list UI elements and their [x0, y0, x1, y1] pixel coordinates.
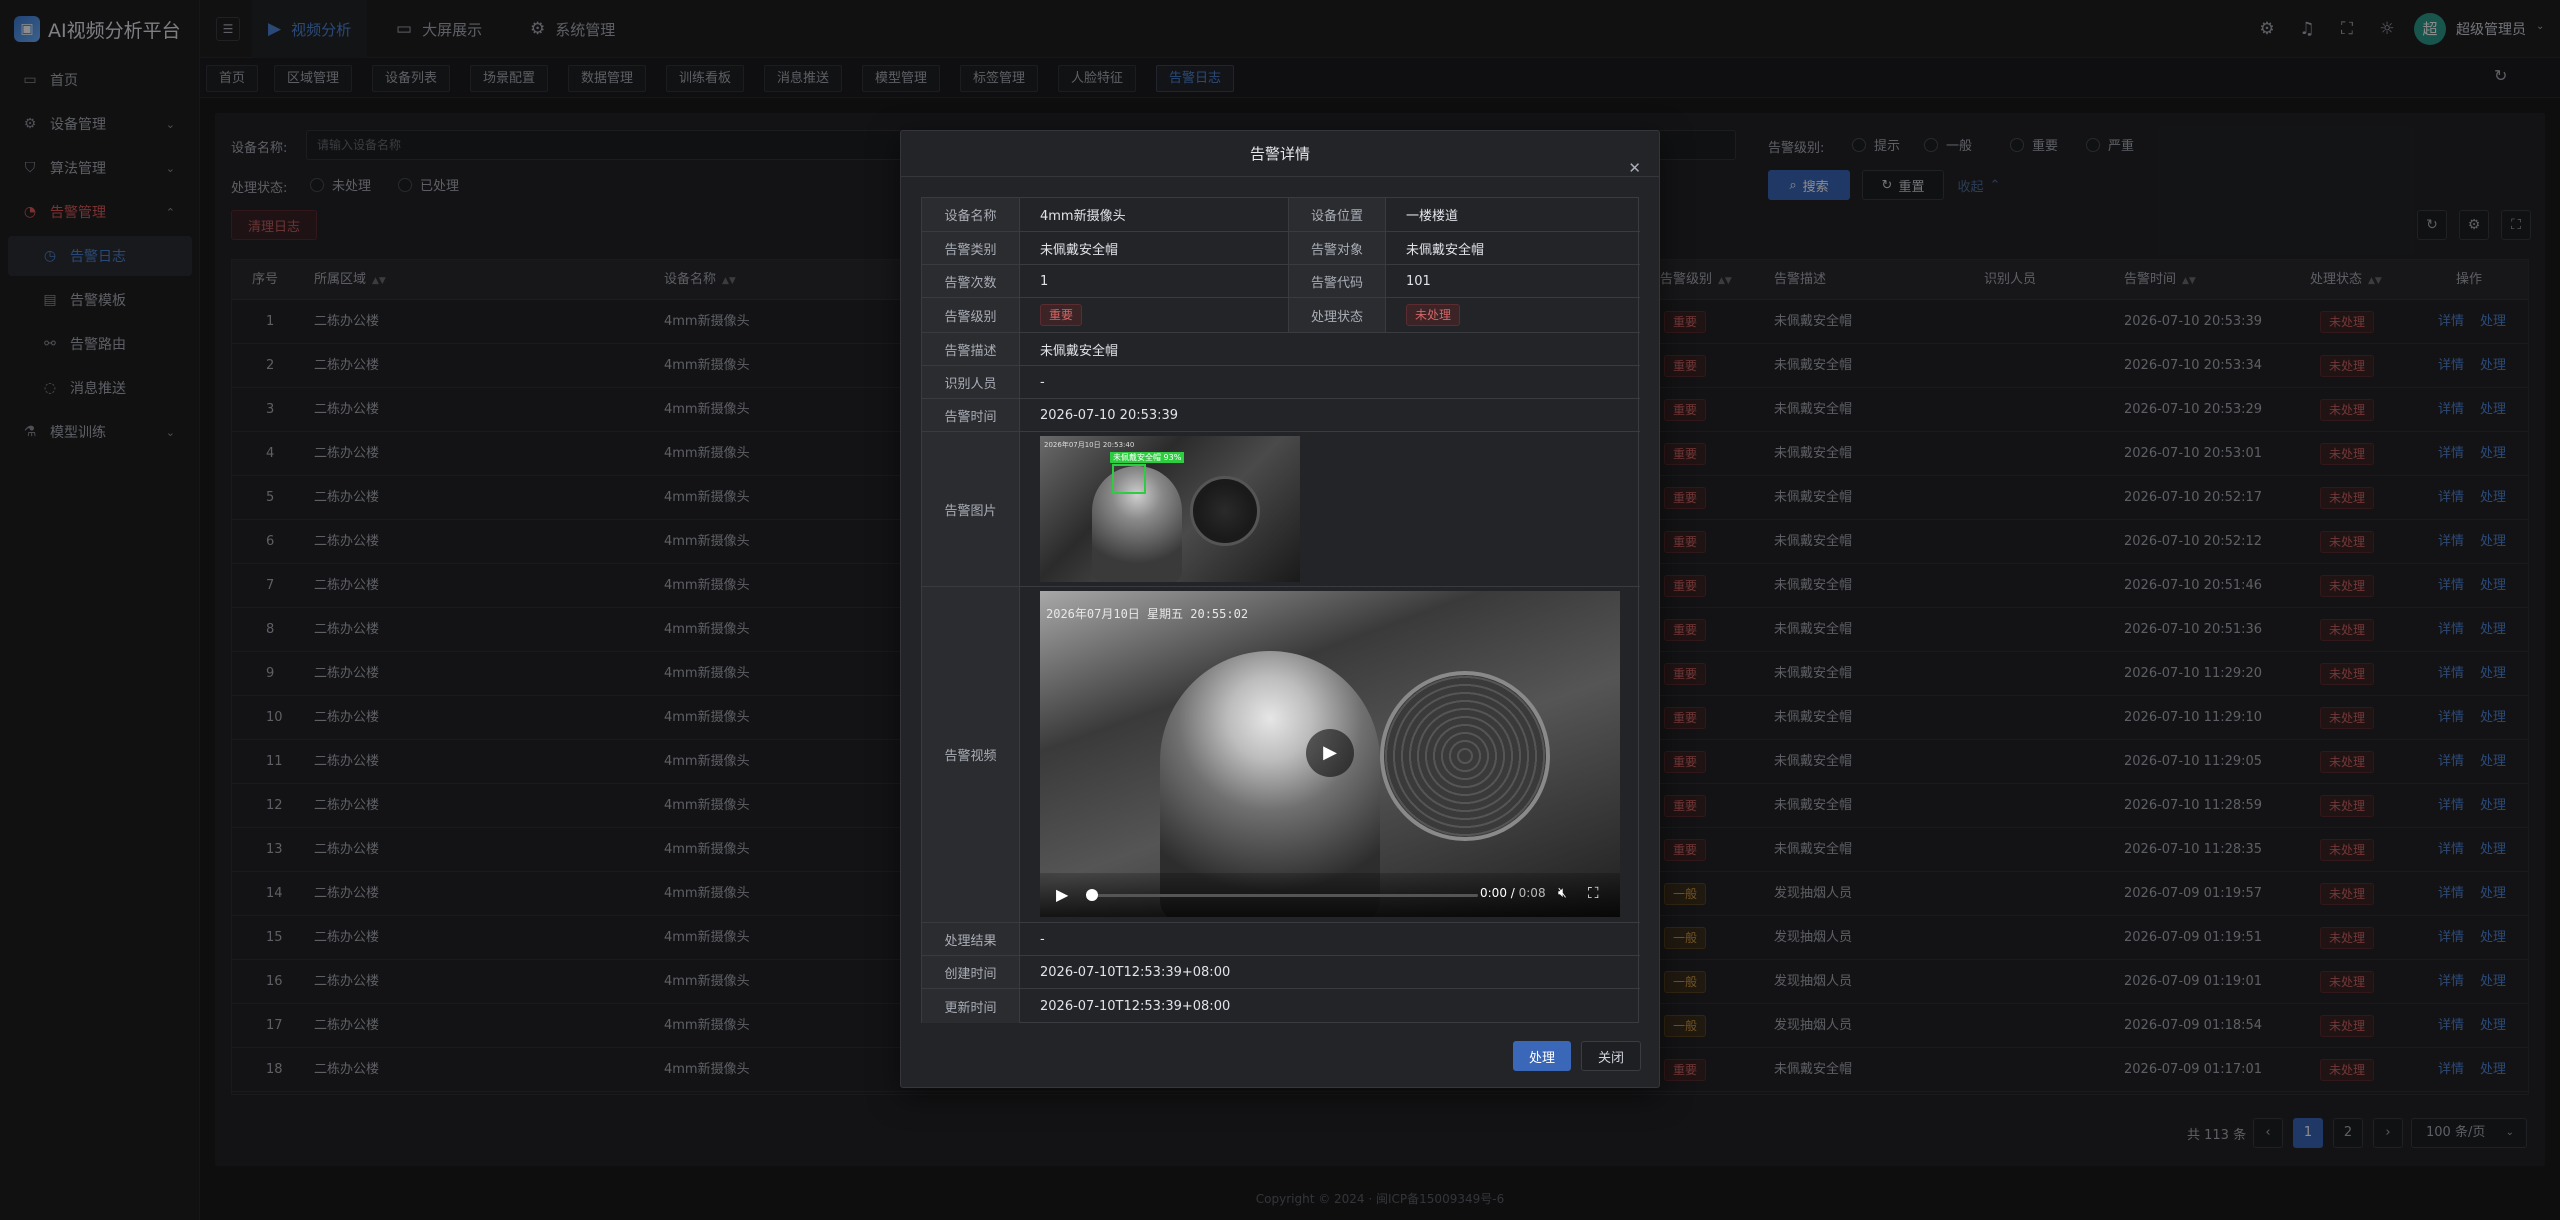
dialog-header: 告警详情 ✕: [901, 131, 1659, 177]
video-timestamp: 2026年07月10日 星期五 20:55:02: [1046, 607, 1249, 621]
status-badge: 未处理: [1406, 304, 1461, 326]
alarm-video[interactable]: 2026年07月10日 星期五 20:55:02 ▶ ▶ 0:00 / 0:08…: [1040, 591, 1620, 917]
detail-row: 告警次数 1 告警代码 101: [922, 265, 1640, 298]
dialog-title: 告警详情: [1249, 145, 1310, 163]
progress-handle[interactable]: [1086, 889, 1098, 901]
close-icon[interactable]: ✕: [1628, 145, 1641, 191]
process-button[interactable]: 处理: [1513, 1041, 1571, 1071]
detail-row: 告警视频 2026年07月10日 星期五 20:55:02 ▶ ▶ 0:00 /…: [922, 587, 1640, 923]
detail-row: 告警图片 2026年07月10日 20:53:40 未佩戴安全帽 93%: [922, 432, 1640, 587]
detail-row: 创建时间 2026-07-10T12:53:39+08:00: [922, 956, 1640, 989]
detail-row: 处理结果 -: [922, 923, 1640, 956]
alarm-detail-dialog: 告警详情 ✕ 设备名称 4mm新摄像头 设备位置 一楼楼道 告警类别 未佩戴安全…: [900, 130, 1660, 1088]
play-button[interactable]: ▶: [1056, 885, 1068, 904]
video-progress[interactable]: [1088, 894, 1478, 897]
detail-row: 告警描述 未佩戴安全帽: [922, 333, 1640, 366]
level-tag: 重要: [1040, 304, 1083, 326]
detail-row: 识别人员 -: [922, 366, 1640, 399]
detail-table: 设备名称 4mm新摄像头 设备位置 一楼楼道 告警类别 未佩戴安全帽 告警对象 …: [921, 197, 1640, 1023]
video-controls: ▶ 0:00 / 0:08 🔇︎ ⛶: [1040, 873, 1620, 917]
fullscreen-icon[interactable]: ⛶: [1588, 884, 1599, 902]
detail-row: 更新时间 2026-07-10T12:53:39+08:00: [922, 989, 1640, 1023]
detail-row: 告警级别 重要 处理状态 未处理: [922, 298, 1640, 333]
image-fan: [1190, 476, 1260, 546]
detail-row: 告警类别 未佩戴安全帽 告警对象 未佩戴安全帽: [922, 232, 1640, 265]
detection-label: 未佩戴安全帽 93%: [1110, 452, 1185, 463]
detection-box: [1112, 464, 1146, 494]
alarm-image[interactable]: 2026年07月10日 20:53:40 未佩戴安全帽 93%: [1040, 436, 1300, 582]
play-icon[interactable]: ▶: [1306, 729, 1354, 777]
video-current-time: 0:00: [1480, 886, 1507, 900]
detail-row: 设备名称 4mm新摄像头 设备位置 一楼楼道: [922, 198, 1640, 232]
video-duration: 0:08: [1518, 886, 1546, 900]
video-fan: [1380, 671, 1550, 841]
mute-icon[interactable]: 🔇︎: [1558, 885, 1567, 901]
detail-row: 告警时间 2026-07-10 20:53:39: [922, 399, 1640, 432]
close-button[interactable]: 关闭: [1581, 1041, 1641, 1071]
image-timestamp: 2026年07月10日 20:53:40: [1044, 441, 1135, 449]
